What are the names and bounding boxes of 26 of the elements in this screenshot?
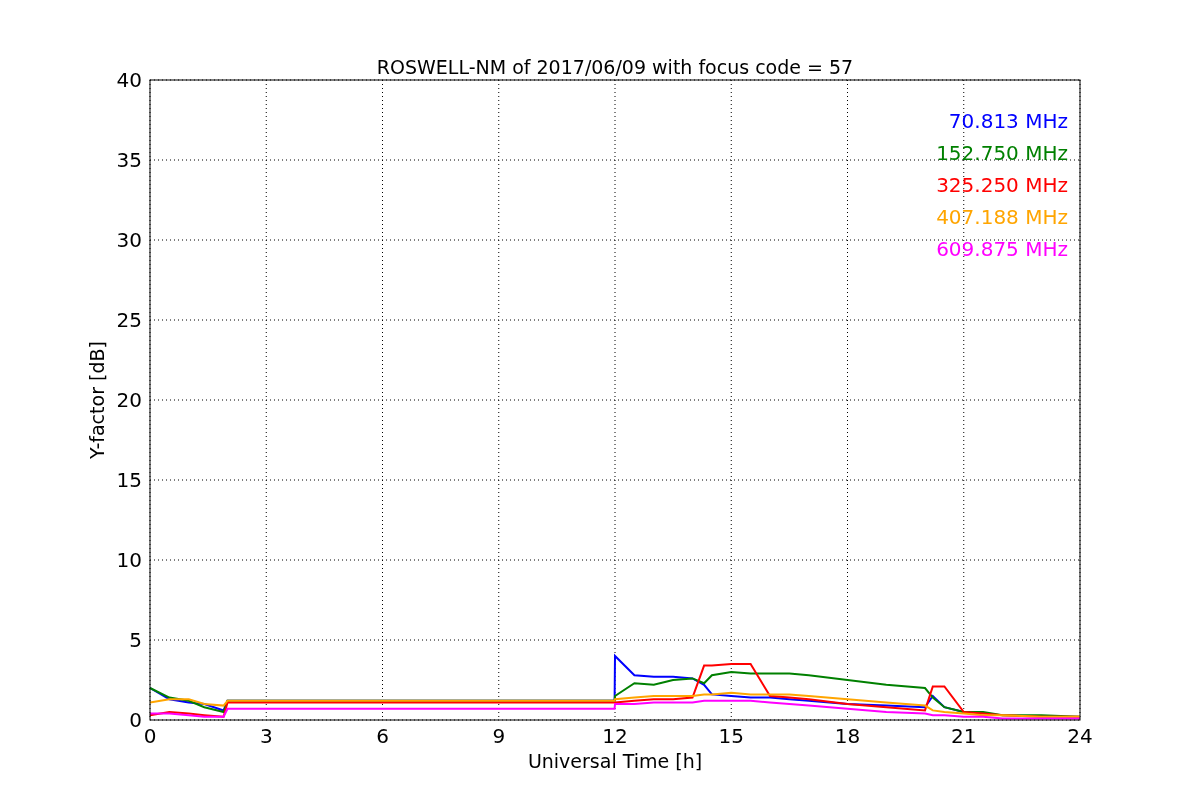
chart-title: ROSWELL-NM of 2017/06/09 with focus code = 57 — [376, 56, 854, 78]
x-axis-label: Universal Time [h] — [527, 750, 703, 772]
x-tick-label: 0 — [143, 724, 157, 748]
x-tick-label: 6 — [376, 724, 389, 748]
y-tick-label: 5 — [129, 628, 142, 652]
y-tick-label: 25 — [116, 308, 142, 332]
y-tick-label: 10 — [116, 548, 142, 572]
x-tick-label: 3 — [259, 724, 273, 748]
x-tick-label: 9 — [492, 724, 506, 748]
legend-label: 152.750 MHz — [936, 141, 1068, 165]
y-tick-label: 20 — [116, 388, 142, 412]
y-tick-label: 35 — [116, 148, 142, 172]
x-tick-label: 24 — [1067, 724, 1093, 748]
y-axis-label: Y-factor [dB] — [86, 341, 108, 459]
x-tick-label: 15 — [718, 724, 744, 748]
y-tick-label: 0 — [129, 708, 142, 732]
y-tick-label: 40 — [116, 68, 142, 92]
legend-label: 609.875 MHz — [936, 237, 1068, 261]
legend-label: 407.188 MHz — [936, 205, 1068, 229]
y-tick-label: 30 — [116, 228, 142, 252]
x-tick-label: 21 — [951, 724, 977, 748]
legend-label: 325.250 MHz — [936, 173, 1068, 197]
y-tick-label: 15 — [116, 468, 142, 492]
x-tick-label: 18 — [834, 724, 861, 748]
legend-label: 70.813 MHz — [948, 109, 1068, 133]
x-tick-label: 12 — [602, 724, 628, 748]
